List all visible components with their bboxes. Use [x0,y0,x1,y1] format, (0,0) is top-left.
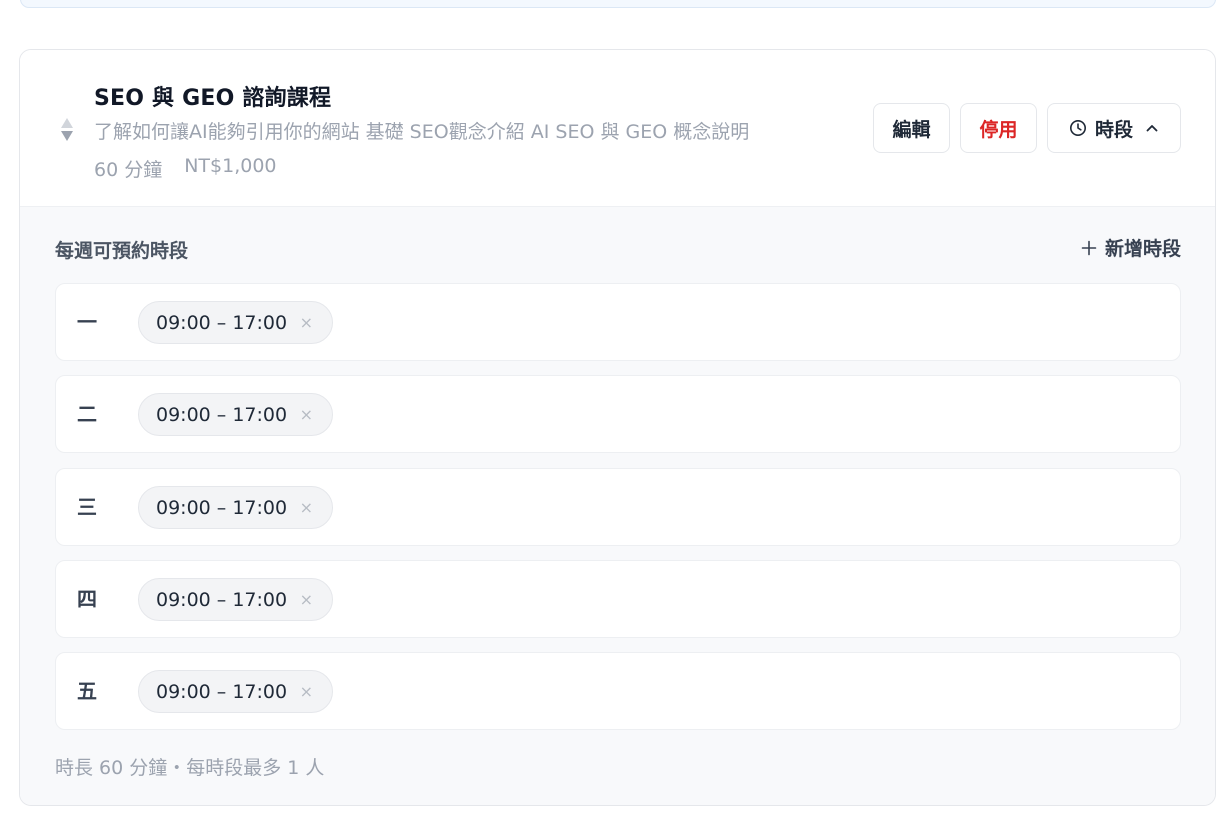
day-row-wed: 三 09:00 – 17:00 × [55,468,1181,546]
edit-button[interactable]: 編輯 [873,103,950,153]
course-header: SEO 與 GEO 諮詢課程 了解如何讓AI能夠引用你的網站 基礎 SEO觀念介… [20,50,1215,207]
schedule-footnote: 時長 60 分鐘・每時段最多 1 人 [55,757,325,779]
course-card: SEO 與 GEO 諮詢課程 了解如何讓AI能夠引用你的網站 基礎 SEO觀念介… [19,49,1216,806]
schedule-title: 每週可預約時段 [55,240,189,262]
time-slot-chip[interactable]: 09:00 – 17:00 × [138,578,333,621]
course-price: NT$1,000 [184,155,277,177]
plus-icon [1081,240,1097,255]
chevron-up-icon [1146,125,1158,132]
course-description: 了解如何讓AI能夠引用你的網站 基礎 SEO觀念介紹 AI SEO 與 GEO … [94,121,750,143]
day-label: 四 [77,587,97,611]
close-icon[interactable]: × [300,315,313,331]
close-icon[interactable]: × [300,592,313,608]
sort-up-icon [61,117,73,128]
close-icon[interactable]: × [300,407,313,423]
add-slot-button[interactable]: 新增時段 [1081,234,1181,261]
time-slot-label: 09:00 – 17:00 [156,496,288,519]
time-slot-chip[interactable]: 09:00 – 17:00 × [138,670,333,713]
time-slot-label: 09:00 – 17:00 [156,588,288,611]
day-label: 一 [77,310,97,334]
previous-card-edge [20,0,1216,8]
disable-button[interactable]: 停用 [960,103,1037,153]
time-slot-label: 09:00 – 17:00 [156,680,288,703]
time-slot-label: 09:00 – 17:00 [156,403,288,426]
course-duration: 60 分鐘 [94,159,163,181]
day-label: 二 [77,402,97,426]
course-title: SEO 與 GEO 諮詢課程 [94,86,332,111]
time-slot-chip[interactable]: 09:00 – 17:00 × [138,301,333,344]
close-icon[interactable]: × [300,500,313,516]
day-row-fri: 五 09:00 – 17:00 × [55,652,1181,730]
slots-toggle-button[interactable]: 時段 [1047,103,1181,153]
day-label: 五 [77,679,97,703]
day-row-thu: 四 09:00 – 17:00 × [55,560,1181,638]
day-label: 三 [77,495,97,519]
time-slot-chip[interactable]: 09:00 – 17:00 × [138,486,333,529]
time-slot-label: 09:00 – 17:00 [156,311,288,334]
sort-down-icon [61,130,73,141]
day-row-mon: 一 09:00 – 17:00 × [55,283,1181,361]
clock-icon [1069,120,1086,136]
schedule-panel: 每週可預約時段 新增時段 一 09:00 – 17:00 × 二 09:00 –… [20,207,1215,805]
course-meta: 60 分鐘 NT$1,000 [94,155,277,182]
time-slot-chip[interactable]: 09:00 – 17:00 × [138,393,333,436]
sort-icon[interactable] [60,114,74,144]
header-actions: 編輯 停用 時段 [873,103,1181,153]
add-slot-label: 新增時段 [1104,238,1181,260]
close-icon[interactable]: × [300,684,313,700]
day-row-tue: 二 09:00 – 17:00 × [55,375,1181,453]
slots-toggle-label: 時段 [1094,118,1133,141]
